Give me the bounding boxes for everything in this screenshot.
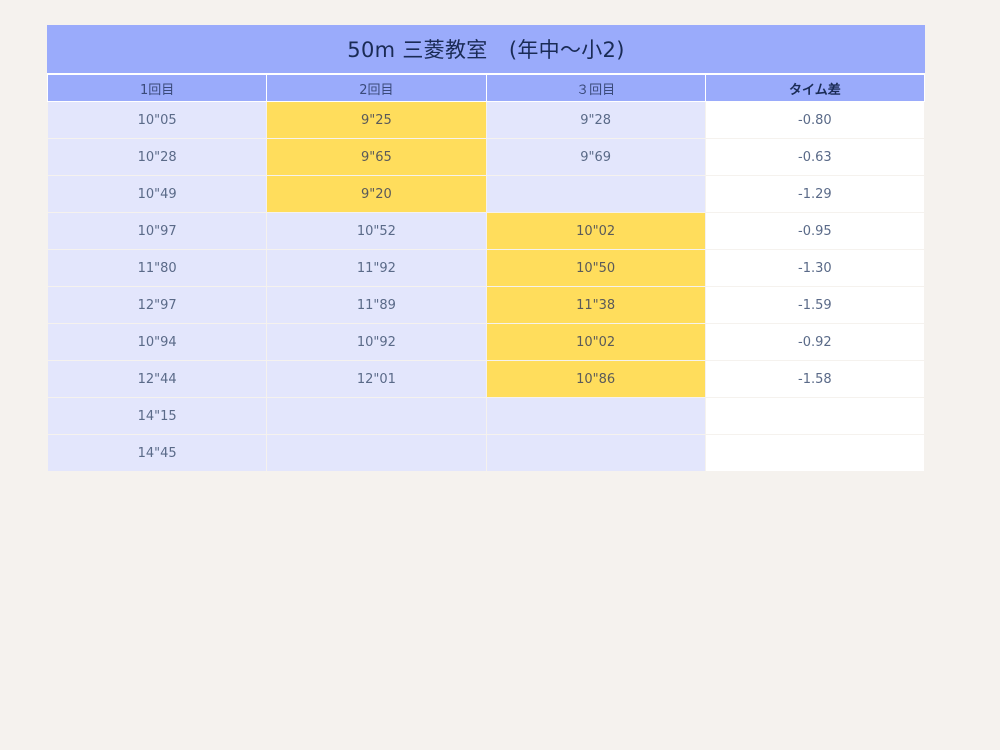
table-row: 12"97 11"89 11"38 -1.59 [46, 286, 926, 324]
attempt-1-cell: 10"94 [46, 323, 268, 361]
time-diff-cell: -0.92 [704, 323, 926, 361]
attempt-2-cell: 9"25 [266, 101, 487, 139]
attempt-1-cell: 12"44 [46, 360, 268, 398]
time-diff-cell: -1.58 [704, 360, 926, 398]
attempt-3-cell: 10"86 [485, 360, 706, 398]
time-diff-cell: -1.29 [704, 175, 926, 213]
attempt-2-cell: 11"92 [266, 249, 487, 287]
attempt-2-cell: 10"92 [266, 323, 487, 361]
attempt-2-cell: 12"01 [266, 360, 487, 398]
time-diff-cell [704, 434, 926, 472]
attempt-2-cell [266, 397, 487, 435]
attempt-3-cell: 10"50 [485, 249, 706, 287]
time-diff-cell: -0.95 [704, 212, 926, 250]
attempt-2-cell: 10"52 [266, 212, 487, 250]
header-1st-attempt: 1回目 [46, 74, 268, 102]
time-diff-cell: -0.63 [704, 138, 926, 176]
table-row: 10"97 10"52 10"02 -0.95 [46, 212, 926, 250]
table-row: 11"80 11"92 10"50 -1.30 [46, 249, 926, 287]
attempt-3-cell [485, 397, 706, 435]
time-diff-cell: -0.80 [704, 101, 926, 139]
attempt-2-cell: 9"20 [266, 175, 487, 213]
time-diff-cell [704, 397, 926, 435]
table-title: 50m 三菱教室 (年中〜小2) [47, 25, 925, 74]
attempt-1-cell: 14"15 [46, 397, 268, 435]
results-table: 1回目 2回目 ３回目 タイム差 10"05 9"25 9"28 -0.80 10"28… [46, 74, 926, 472]
attempt-1-cell: 14"45 [46, 434, 268, 472]
attempt-1-cell: 12"97 [46, 286, 268, 324]
table-row: 14"45 [46, 434, 926, 472]
results-table-container: 50m 三菱教室 (年中〜小2) 1回目 2回目 ３回目 タイム差 10"05 9… [46, 25, 926, 472]
attempt-1-cell: 10"28 [46, 138, 268, 176]
attempt-2-cell: 11"89 [266, 286, 487, 324]
header-2nd-attempt: 2回目 [266, 74, 487, 102]
table-row: 12"44 12"01 10"86 -1.58 [46, 360, 926, 398]
table-row: 10"49 9"20 -1.29 [46, 175, 926, 213]
table-row: 10"05 9"25 9"28 -0.80 [46, 101, 926, 139]
attempt-3-cell [485, 175, 706, 213]
table-row: 14"15 [46, 397, 926, 435]
table-row: 10"94 10"92 10"02 -0.92 [46, 323, 926, 361]
attempt-1-cell: 10"97 [46, 212, 268, 250]
table-body: 10"05 9"25 9"28 -0.80 10"28 9"65 9"69 -0.63 10"4… [46, 101, 926, 472]
attempt-1-cell: 10"49 [46, 175, 268, 213]
header-3rd-attempt: ３回目 [485, 74, 706, 102]
time-diff-cell: -1.59 [704, 286, 926, 324]
table-row: 10"28 9"65 9"69 -0.63 [46, 138, 926, 176]
attempt-1-cell: 11"80 [46, 249, 268, 287]
attempt-2-cell [266, 434, 487, 472]
time-diff-cell: -1.30 [704, 249, 926, 287]
attempt-2-cell: 9"65 [266, 138, 487, 176]
attempt-3-cell: 9"28 [485, 101, 706, 139]
attempt-3-cell: 10"02 [485, 323, 706, 361]
header-row: 1回目 2回目 ３回目 タイム差 [46, 74, 926, 102]
attempt-3-cell: 11"38 [485, 286, 706, 324]
header-time-diff: タイム差 [704, 74, 926, 102]
attempt-3-cell: 10"02 [485, 212, 706, 250]
attempt-3-cell: 9"69 [485, 138, 706, 176]
attempt-1-cell: 10"05 [46, 101, 268, 139]
attempt-3-cell [485, 434, 706, 472]
